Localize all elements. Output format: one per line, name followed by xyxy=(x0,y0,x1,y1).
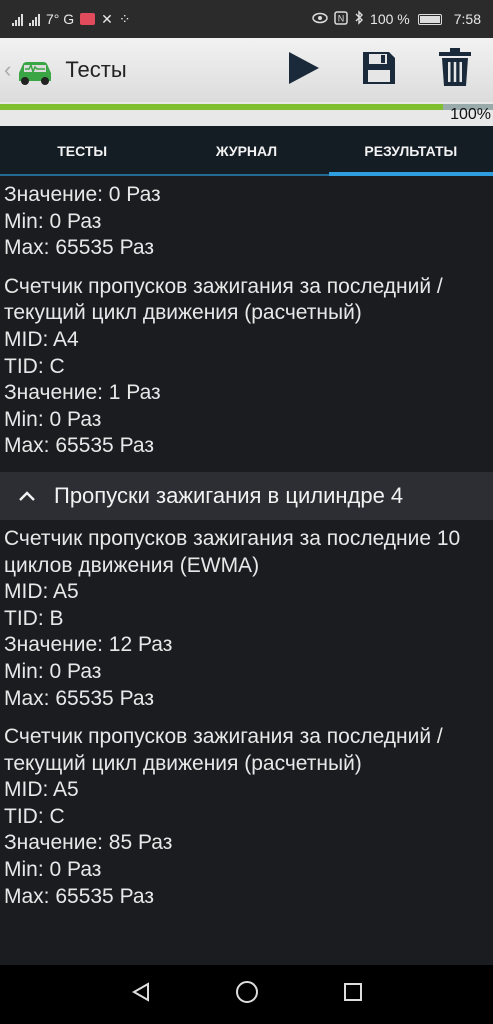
action-bar: ‹ Тесты xyxy=(0,38,493,102)
result-value: Значение: 12 Раз xyxy=(4,633,173,657)
signal-icon xyxy=(29,13,40,26)
car-diagnostic-logo-icon[interactable] xyxy=(13,53,57,87)
results-list[interactable]: Значение: 0 Раз Min: 0 Раз Max: 65535 Ра… xyxy=(0,176,493,965)
result-title: Счетчик пропусков зажигания за последние… xyxy=(4,526,461,577)
tab-label: ТЕСТЫ xyxy=(57,143,108,159)
chevron-up-icon xyxy=(0,490,54,502)
result-value: Значение: 85 Раз xyxy=(4,831,173,855)
delete-button[interactable] xyxy=(429,44,481,96)
nav-home-button[interactable] xyxy=(229,977,265,1013)
status-time: 7:58 xyxy=(453,11,481,27)
progress-label: 100% xyxy=(450,106,491,123)
result-tid: TID: C xyxy=(4,354,65,378)
trash-icon xyxy=(437,47,473,93)
status-bar: 7° G ✕ ⁘ N 100 % 7:58 xyxy=(0,0,493,38)
notification-app-icon xyxy=(80,13,96,25)
bluetooth-icon xyxy=(354,10,364,28)
tab-tests[interactable]: ТЕСТЫ xyxy=(0,126,164,176)
battery-icon xyxy=(417,13,442,25)
tab-label: ЖУРНАЛ xyxy=(215,143,278,159)
tab-label: РЕЗУЛЬТАТЫ xyxy=(364,143,458,159)
back-icon xyxy=(130,981,152,1008)
home-icon xyxy=(235,980,259,1009)
dots-icon: ⁘ xyxy=(118,10,131,27)
result-max: Max: 65535 Раз xyxy=(4,434,154,458)
result-min: Min: 0 Раз xyxy=(4,858,102,882)
recents-icon xyxy=(343,982,363,1007)
result-value: Значение: 0 Раз xyxy=(4,183,161,206)
result-item: Счетчик пропусков зажигания за последний… xyxy=(0,274,493,472)
result-mid: MID: A5 xyxy=(4,778,79,802)
svg-text:N: N xyxy=(338,13,345,23)
result-tid: TID: C xyxy=(4,804,65,828)
status-weather-text: 7° G xyxy=(46,11,75,27)
section-label: Пропуски зажигания в цилиндре 4 xyxy=(54,482,404,508)
result-tid: TID: B xyxy=(4,606,64,630)
tab-log[interactable]: ЖУРНАЛ xyxy=(164,126,328,176)
eye-icon xyxy=(312,11,328,27)
result-max: Max: 65535 Раз xyxy=(4,686,154,710)
tools-icon: ✕ xyxy=(101,10,113,27)
battery-percent: 100 % xyxy=(370,11,410,27)
result-max: Max: 65535 Раз xyxy=(4,884,154,908)
nav-recents-button[interactable] xyxy=(335,977,371,1013)
signal-icon xyxy=(12,13,23,26)
result-item: Счетчик пропусков зажигания за последний… xyxy=(0,724,493,922)
result-min: Min: 0 Раз xyxy=(4,209,102,233)
tab-bar: ТЕСТЫ ЖУРНАЛ РЕЗУЛЬТАТЫ xyxy=(0,126,493,176)
result-item: Счетчик пропусков зажигания за последние… xyxy=(0,526,493,724)
result-min: Min: 0 Раз xyxy=(4,407,102,431)
result-value: Значение: 1 Раз xyxy=(4,381,161,405)
progress-fill xyxy=(0,104,443,110)
result-min: Min: 0 Раз xyxy=(4,659,102,683)
save-button[interactable] xyxy=(353,44,405,96)
up-chevron-icon[interactable]: ‹ xyxy=(4,57,11,83)
play-button[interactable] xyxy=(277,44,329,96)
result-item: Значение: 0 Раз Min: 0 Раз Max: 65535 Ра… xyxy=(0,176,493,274)
result-title: Счетчик пропусков зажигания за последний… xyxy=(4,725,443,775)
play-icon xyxy=(285,50,321,91)
nav-back-button[interactable] xyxy=(123,977,159,1013)
progress-bar: 100% xyxy=(0,102,493,126)
result-mid: MID: A5 xyxy=(4,580,79,604)
nfc-icon: N xyxy=(334,10,348,28)
result-max: Max: 65535 Раз xyxy=(4,236,154,260)
page-title: Тесты xyxy=(65,57,127,82)
result-title: Счетчик пропусков зажигания за последний… xyxy=(4,274,443,325)
section-header-cylinder-4[interactable]: Пропуски зажигания в цилиндре 4 xyxy=(0,471,493,520)
system-nav-bar xyxy=(0,965,493,1024)
save-icon xyxy=(361,50,397,91)
result-mid: MID: A4 xyxy=(4,327,79,351)
tab-results[interactable]: РЕЗУЛЬТАТЫ xyxy=(328,126,493,176)
